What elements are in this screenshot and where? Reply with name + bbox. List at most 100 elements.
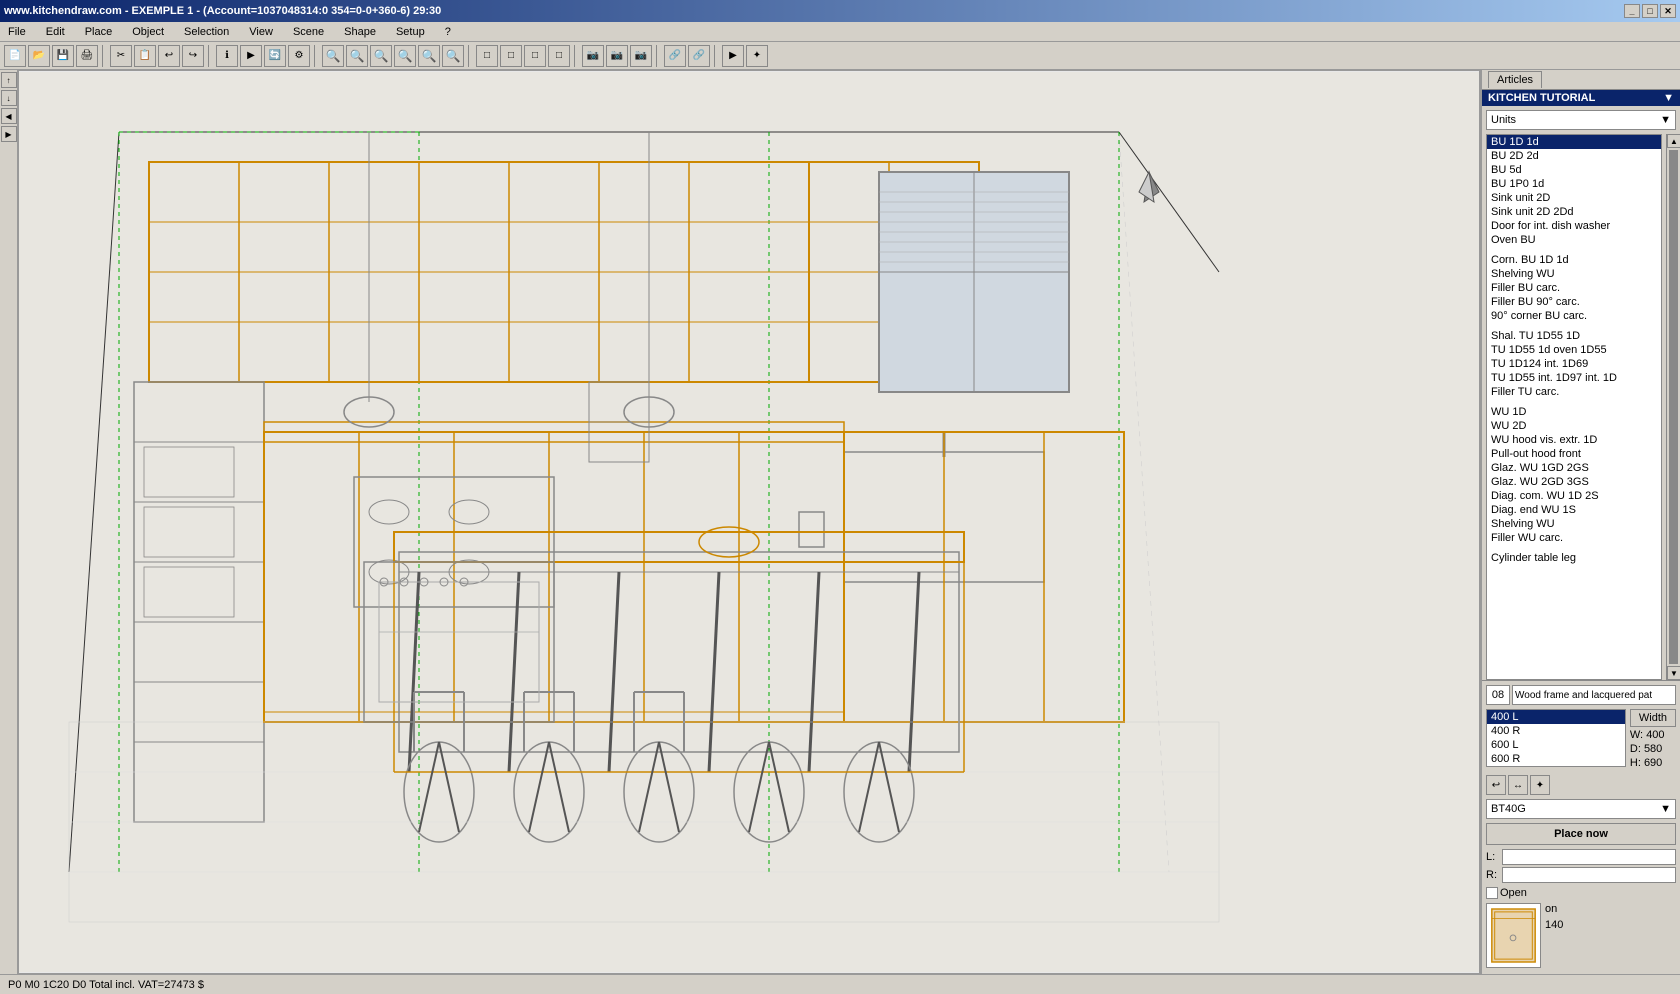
- link2-button[interactable]: 🔗: [688, 45, 710, 67]
- list-item-wu1d[interactable]: WU 1D: [1487, 405, 1661, 419]
- menu-scene[interactable]: Scene: [289, 24, 328, 40]
- list-item-glazwu2gd[interactable]: Glaz. WU 2GD 3GS: [1487, 475, 1661, 489]
- list-item-bu5d[interactable]: BU 5d: [1487, 163, 1661, 177]
- size-opt-600r[interactable]: 600 R: [1487, 752, 1625, 766]
- list-item-bu1p01d[interactable]: BU 1P0 1d: [1487, 177, 1661, 191]
- r-input[interactable]: [1502, 867, 1676, 883]
- icons-row: ↩ ↔ ✦: [1486, 775, 1676, 795]
- icon-btn-1[interactable]: ↩: [1486, 775, 1506, 795]
- list-item-cylindertable[interactable]: Cylinder table leg: [1487, 551, 1661, 565]
- zoom-select-button[interactable]: 🔍: [394, 45, 416, 67]
- zoom-in-button[interactable]: 🔍: [346, 45, 368, 67]
- print-button[interactable]: 🖨: [76, 45, 98, 67]
- minimize-button[interactable]: _: [1624, 4, 1640, 18]
- list-item-bu1d1d[interactable]: BU 1D 1d: [1487, 135, 1661, 149]
- view-top-button[interactable]: □: [548, 45, 570, 67]
- list-item-pullout[interactable]: Pull-out hood front: [1487, 447, 1661, 461]
- scroll-up-arrow[interactable]: ▲: [1667, 134, 1680, 148]
- settings-button[interactable]: ⚙: [288, 45, 310, 67]
- list-item-ovenbu[interactable]: Oven BU: [1487, 233, 1661, 247]
- zoom-fit-button[interactable]: 🔍: [370, 45, 392, 67]
- width-button[interactable]: Width: [1630, 709, 1676, 727]
- list-item-diagcomwu[interactable]: Diag. com. WU 1D 2S: [1487, 489, 1661, 503]
- maximize-button[interactable]: □: [1642, 4, 1658, 18]
- list-item-shal1d55[interactable]: Shal. TU 1D55 1D: [1487, 329, 1661, 343]
- list-item-tu1d124[interactable]: TU 1D124 int. 1D69: [1487, 357, 1661, 371]
- open-label: Open: [1500, 887, 1527, 899]
- link-button[interactable]: 🔗: [664, 45, 686, 67]
- lt-btn2[interactable]: ▶: [1, 126, 17, 142]
- zoom-pan-button[interactable]: 🔍: [418, 45, 440, 67]
- menu-file[interactable]: File: [4, 24, 30, 40]
- camera2-button[interactable]: 📷: [606, 45, 628, 67]
- open-button[interactable]: 📂: [28, 45, 50, 67]
- list-item-tu1d55int[interactable]: TU 1D55 int. 1D97 int. 1D: [1487, 371, 1661, 385]
- icon-btn-2[interactable]: ↔: [1508, 775, 1528, 795]
- place-now-button[interactable]: Place now: [1486, 823, 1676, 845]
- lt-arrow[interactable]: ↑: [1, 72, 17, 88]
- list-item-wu2d[interactable]: WU 2D: [1487, 419, 1661, 433]
- camera3-button[interactable]: 📷: [630, 45, 652, 67]
- new-button[interactable]: 📄: [4, 45, 26, 67]
- list-item-sink2d2d[interactable]: Sink unit 2D 2Dd: [1487, 205, 1661, 219]
- list-item-fillerwucr[interactable]: Filler WU carc.: [1487, 531, 1661, 545]
- menu-help[interactable]: ?: [441, 24, 455, 40]
- copy-button[interactable]: 📋: [134, 45, 156, 67]
- list-item-sink2d[interactable]: Sink unit 2D: [1487, 191, 1661, 205]
- lt-btn1[interactable]: ◀: [1, 108, 17, 124]
- list-item-wuhoodvis[interactable]: WU hood vis. extr. 1D: [1487, 433, 1661, 447]
- refresh-button[interactable]: 🔄: [264, 45, 286, 67]
- list-item-tu1d55oven[interactable]: TU 1D55 1d oven 1D55: [1487, 343, 1661, 357]
- undo-button[interactable]: ↩: [158, 45, 180, 67]
- l-input[interactable]: [1502, 849, 1676, 865]
- size-opt-400r[interactable]: 400 R: [1487, 724, 1625, 738]
- view-3d-button[interactable]: □: [500, 45, 522, 67]
- list-item-shelvingwu[interactable]: Shelving WU: [1487, 267, 1661, 281]
- window-controls[interactable]: _ □ ✕: [1624, 4, 1676, 18]
- lt-arrow2[interactable]: ↓: [1, 90, 17, 106]
- dropdown-arrow-icon[interactable]: ▼: [1663, 92, 1674, 104]
- camera-button[interactable]: 📷: [582, 45, 604, 67]
- list-item-filler90[interactable]: Filler BU 90° carc.: [1487, 295, 1661, 309]
- list-item-corner90[interactable]: 90° corner BU carc.: [1487, 309, 1661, 323]
- list-item-bu2d2d[interactable]: BU 2D 2d: [1487, 149, 1661, 163]
- open-checkbox[interactable]: [1486, 887, 1498, 899]
- material-row: 08 Wood frame and lacquered pat: [1486, 685, 1676, 705]
- menu-object[interactable]: Object: [128, 24, 168, 40]
- scroll-down-arrow[interactable]: ▼: [1667, 666, 1680, 680]
- size-opt-600l[interactable]: 600 L: [1487, 738, 1625, 752]
- menu-place[interactable]: Place: [81, 24, 117, 40]
- scroll-thumb[interactable]: [1669, 150, 1678, 664]
- zoom-ext-button[interactable]: 🔍: [442, 45, 464, 67]
- zoom-out-button[interactable]: 🔍: [322, 45, 344, 67]
- list-item-cornbu1d1d[interactable]: Corn. BU 1D 1d: [1487, 253, 1661, 267]
- articles-tab-label[interactable]: Articles: [1488, 71, 1542, 88]
- play-button[interactable]: ▶: [240, 45, 262, 67]
- view-2d-button[interactable]: □: [476, 45, 498, 67]
- canvas-area[interactable]: [18, 70, 1480, 974]
- view-persp-button[interactable]: □: [524, 45, 546, 67]
- save-button[interactable]: 💾: [52, 45, 74, 67]
- cut-button[interactable]: ✂: [110, 45, 132, 67]
- menu-selection[interactable]: Selection: [180, 24, 233, 40]
- finish-dropdown[interactable]: BT40G ▼: [1486, 799, 1676, 819]
- menu-setup[interactable]: Setup: [392, 24, 429, 40]
- list-item-fillertucr[interactable]: Filler TU carc.: [1487, 385, 1661, 399]
- list-item-shelvingwu2[interactable]: Shelving WU: [1487, 517, 1661, 531]
- icon-btn-3[interactable]: ✦: [1530, 775, 1550, 795]
- menu-shape[interactable]: Shape: [340, 24, 380, 40]
- run-button[interactable]: ▶: [722, 45, 744, 67]
- list-item-glazwu1gd[interactable]: Glaz. WU 1GD 2GS: [1487, 461, 1661, 475]
- menu-edit[interactable]: Edit: [42, 24, 69, 40]
- list-item-fillerbucr[interactable]: Filler BU carc.: [1487, 281, 1661, 295]
- redo-button[interactable]: ↪: [182, 45, 204, 67]
- units-dropdown[interactable]: Units ▼: [1486, 110, 1676, 130]
- list-item-door-dishwasher[interactable]: Door for int. dish washer: [1487, 219, 1661, 233]
- size-opt-400l[interactable]: 400 L: [1487, 710, 1625, 724]
- menu-bar: File Edit Place Object Selection View Sc…: [0, 22, 1680, 42]
- menu-view[interactable]: View: [245, 24, 277, 40]
- close-button[interactable]: ✕: [1660, 4, 1676, 18]
- info-button[interactable]: ℹ: [216, 45, 238, 67]
- list-item-diagendwu[interactable]: Diag. end WU 1S: [1487, 503, 1661, 517]
- star-button[interactable]: ✦: [746, 45, 768, 67]
